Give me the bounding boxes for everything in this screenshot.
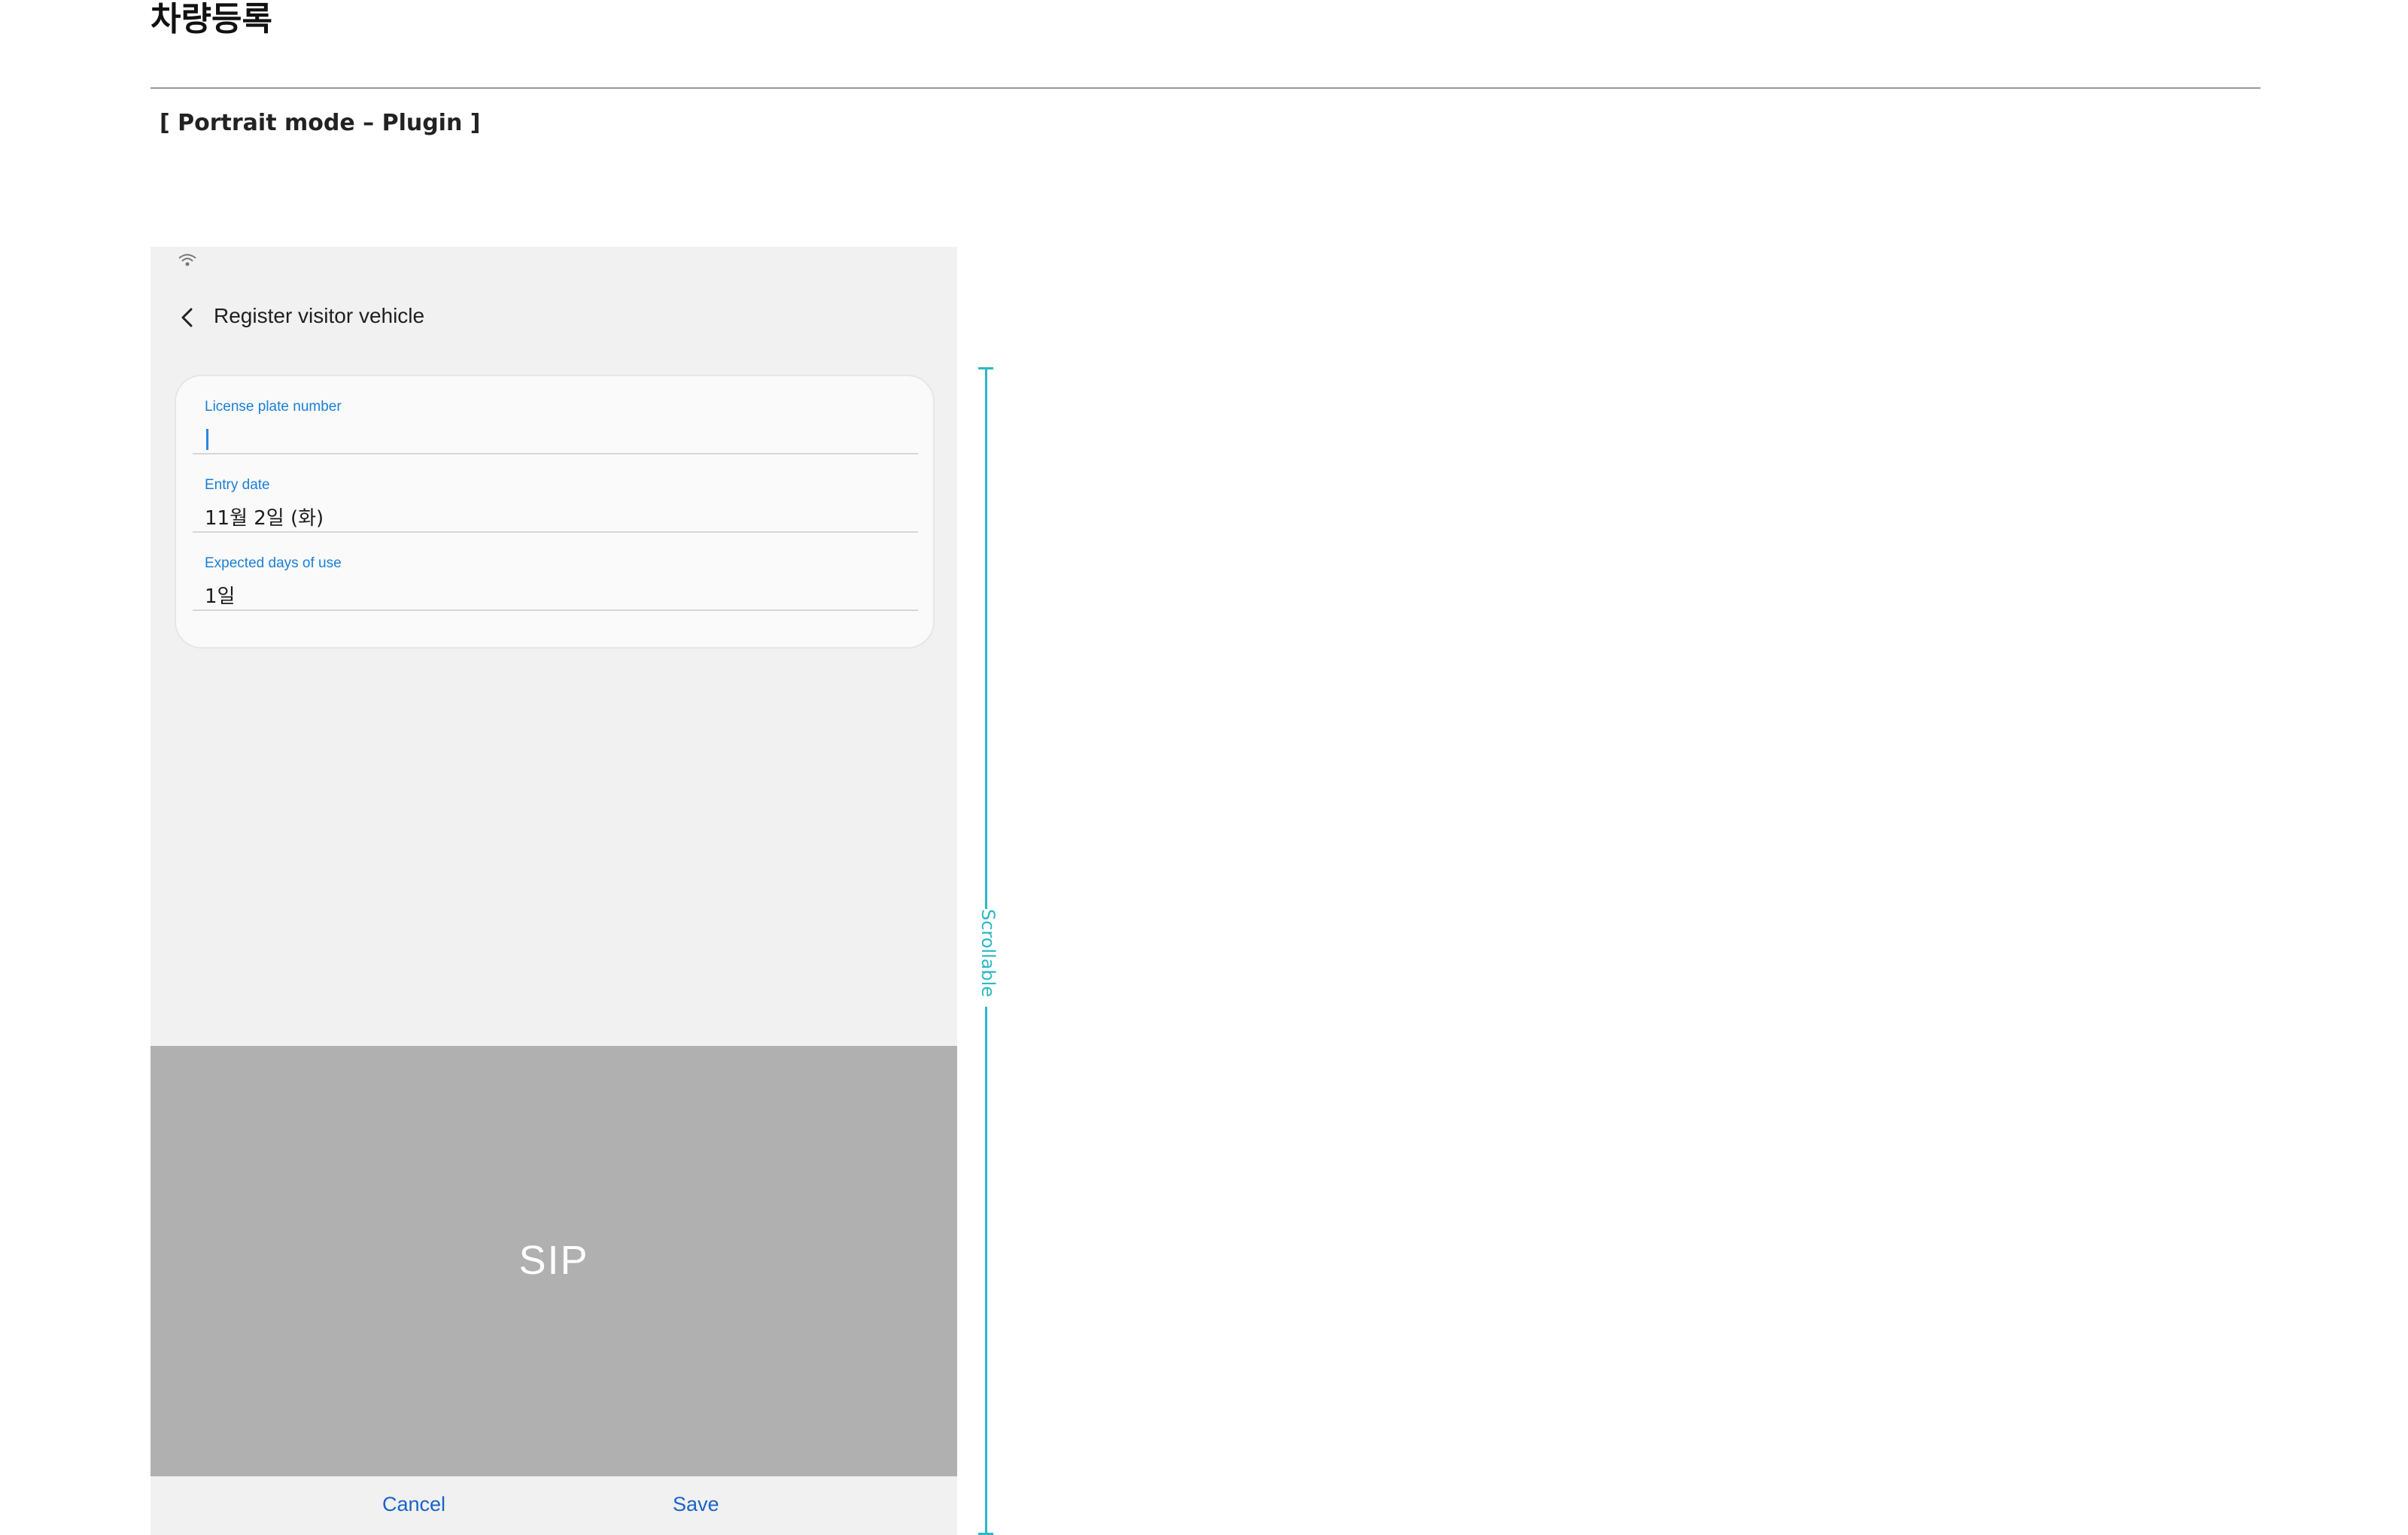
chevron-left-icon [172,308,205,337]
app-bar-title: Register visitor vehicle [214,304,425,327]
license-plate-label: License plate number [205,399,342,415]
expected-days-field[interactable]: Expected days of use 1일 [193,533,918,611]
entry-date-value: 11월 2일 (화) [205,507,324,530]
expected-days-label: Expected days of use [205,555,342,571]
soft-input-panel[interactable]: SIP [150,1046,957,1476]
document-subtitle: [ Portrait mode – Plugin ] [160,110,481,136]
expected-days-value: 1일 [205,585,236,608]
save-button[interactable]: Save [673,1493,719,1516]
back-button[interactable] [172,301,205,334]
bottom-button-bar: Cancel Save [150,1476,957,1535]
document-title: 차량등록 [150,0,272,38]
form-card: License plate number Entry date 11월 2일 (… [175,375,935,649]
entry-date-field[interactable]: Entry date 11월 2일 (화) [193,454,918,533]
scroll-label-background: Scrollable [977,909,999,1007]
entry-date-label: Entry date [205,477,270,493]
cancel-button[interactable]: Cancel [382,1493,445,1516]
title-divider [150,87,2261,89]
scroll-annotation-cap-top [978,367,993,369]
license-plate-field[interactable]: License plate number [193,376,918,454]
text-cursor [206,429,208,450]
app-bar: Register visitor vehicle [150,289,957,349]
license-plate-input[interactable] [205,423,897,448]
wifi-icon [178,253,197,268]
sip-label: SIP [518,1238,589,1283]
scrollable-label: Scrollable [977,909,999,998]
phone-screen: Register visitor vehicle License plate n… [150,247,957,1535]
scrollable-annotation: Scrollable [977,367,999,1535]
